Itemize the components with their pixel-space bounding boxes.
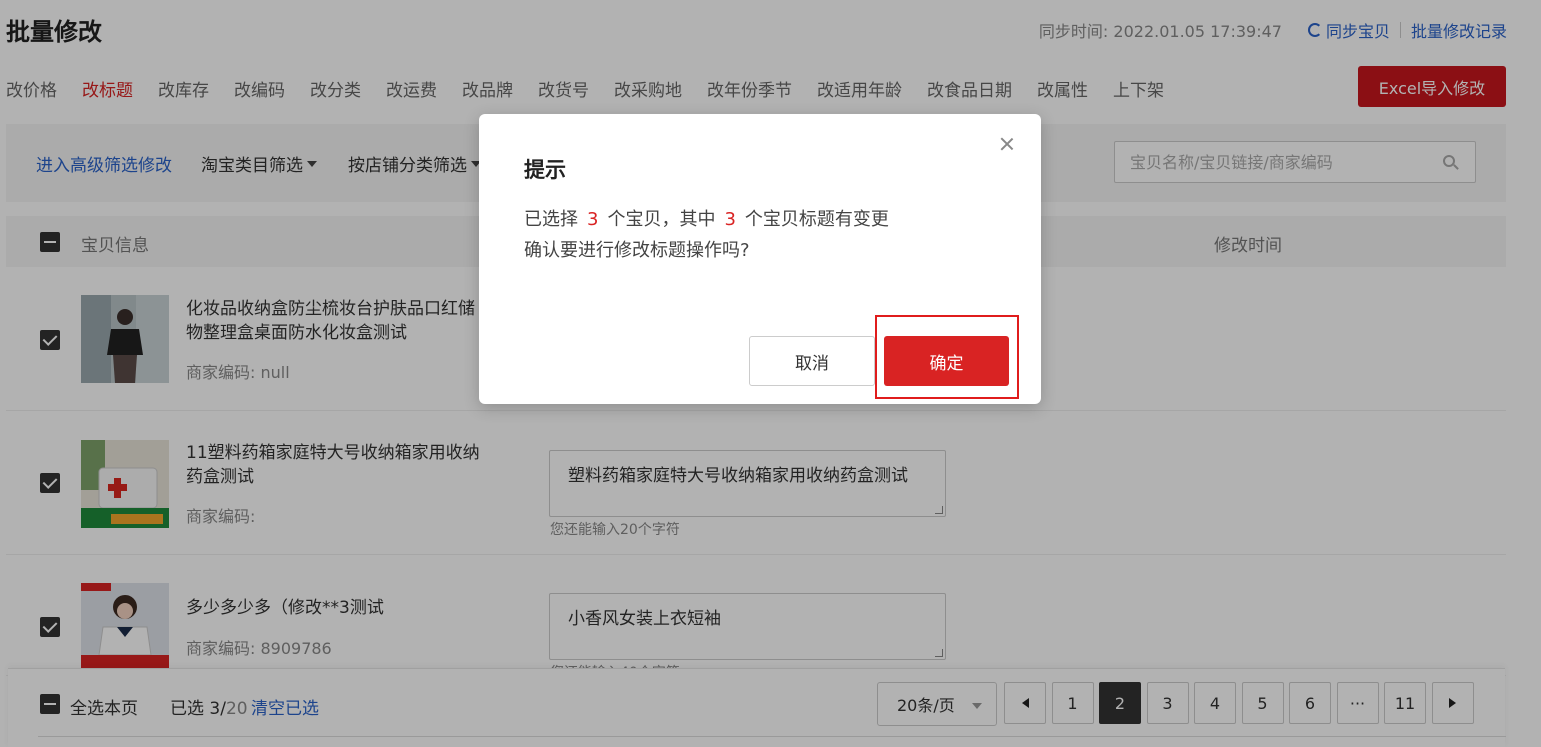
close-icon[interactable] — [999, 136, 1015, 152]
cancel-button[interactable]: 取消 — [749, 336, 875, 386]
msg-part: 个宝贝标题有变更 — [744, 209, 889, 230]
batch-edit-app: 批量修改 同步时间: 2022.01.05 17:39:47 同步宝贝 批量修改… — [0, 0, 1541, 747]
selected-count-value: 3 — [587, 209, 599, 230]
msg-part: 个宝贝，其中 — [607, 209, 716, 230]
confirm-highlight-annotation — [875, 315, 1019, 399]
dialog-message-line2: 确认要进行修改标题操作吗? — [524, 240, 750, 261]
dialog-message-line1: 已选择 3 个宝贝，其中 3 个宝贝标题有变更 — [524, 204, 889, 235]
msg-part: 已选择 — [524, 209, 578, 230]
dialog-message: 已选择 3 个宝贝，其中 3 个宝贝标题有变更 确认要进行修改标题操作吗? — [524, 204, 889, 266]
dialog-title: 提示 — [524, 158, 566, 182]
changed-count-value: 3 — [724, 209, 736, 230]
